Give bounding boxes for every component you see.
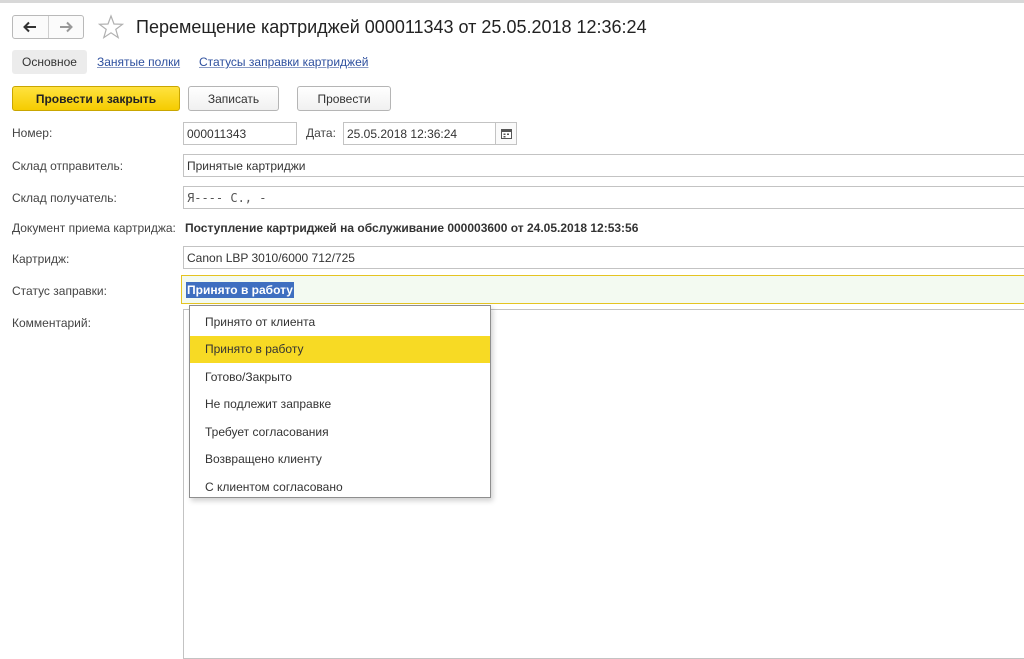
dropdown-option-needs-approval[interactable]: Требует согласования	[190, 418, 490, 446]
number-label: Номер:	[12, 126, 53, 140]
dropdown-option-returned-to-client[interactable]: Возвращено клиенту	[190, 446, 490, 474]
date-label: Дата:	[306, 126, 336, 140]
forward-button[interactable]	[47, 16, 84, 38]
sender-warehouse-field[interactable]: Принятые картриджи	[183, 154, 1024, 177]
arrow-right-icon	[59, 21, 73, 33]
receipt-document-link[interactable]: Поступление картриджей на обслуживание 0…	[185, 221, 638, 235]
dropdown-option-in-progress[interactable]: Принято в работу	[190, 335, 490, 363]
receiver-warehouse-label: Склад получатель:	[12, 191, 117, 205]
sender-warehouse-label: Склад отправитель:	[12, 159, 124, 173]
back-button[interactable]	[13, 16, 48, 38]
cartridge-field[interactable]: Canon LBP 3010/6000 712/725	[183, 246, 1024, 269]
arrow-left-icon	[23, 21, 37, 33]
dropdown-option-agreed-with-client[interactable]: С клиентом согласовано	[190, 473, 490, 501]
date-field[interactable]: 25.05.2018 12:36:24	[343, 122, 496, 145]
star-icon[interactable]	[98, 14, 124, 40]
tab-occupied-shelves[interactable]: Занятые полки	[97, 55, 180, 69]
calendar-button[interactable]	[495, 122, 517, 145]
receiver-warehouse-field[interactable]: Я---- С., -	[183, 186, 1024, 209]
dropdown-option-accepted-from-client[interactable]: Принято от клиента	[190, 308, 490, 336]
calendar-icon	[500, 129, 512, 139]
comment-label: Комментарий:	[12, 316, 91, 330]
tab-refill-statuses[interactable]: Статусы заправки картриджей	[199, 55, 368, 69]
refill-status-label: Статус заправки:	[12, 284, 107, 298]
save-button[interactable]: Записать	[188, 86, 279, 111]
post-and-close-button[interactable]: Провести и закрыть	[12, 86, 180, 111]
number-field[interactable]: 000011343	[183, 122, 297, 145]
dropdown-option-done-closed[interactable]: Готово/Закрыто	[190, 363, 490, 391]
nav-button-group	[12, 15, 84, 39]
refill-status-value: Принято в работу	[186, 281, 294, 298]
status-dropdown: Принято от клиента Принято в работу Гото…	[189, 305, 491, 498]
refill-status-field[interactable]: Принято в работу	[181, 275, 1024, 304]
tab-main[interactable]: Основное	[12, 50, 87, 74]
window-top-border	[0, 0, 1024, 3]
post-button[interactable]: Провести	[297, 86, 391, 111]
cartridge-label: Картридж:	[12, 252, 70, 266]
receipt-document-label: Документ приема картриджа:	[12, 221, 176, 235]
dropdown-option-not-refillable[interactable]: Не подлежит заправке	[190, 391, 490, 419]
page-title: Перемещение картриджей 000011343 от 25.0…	[136, 17, 647, 37]
